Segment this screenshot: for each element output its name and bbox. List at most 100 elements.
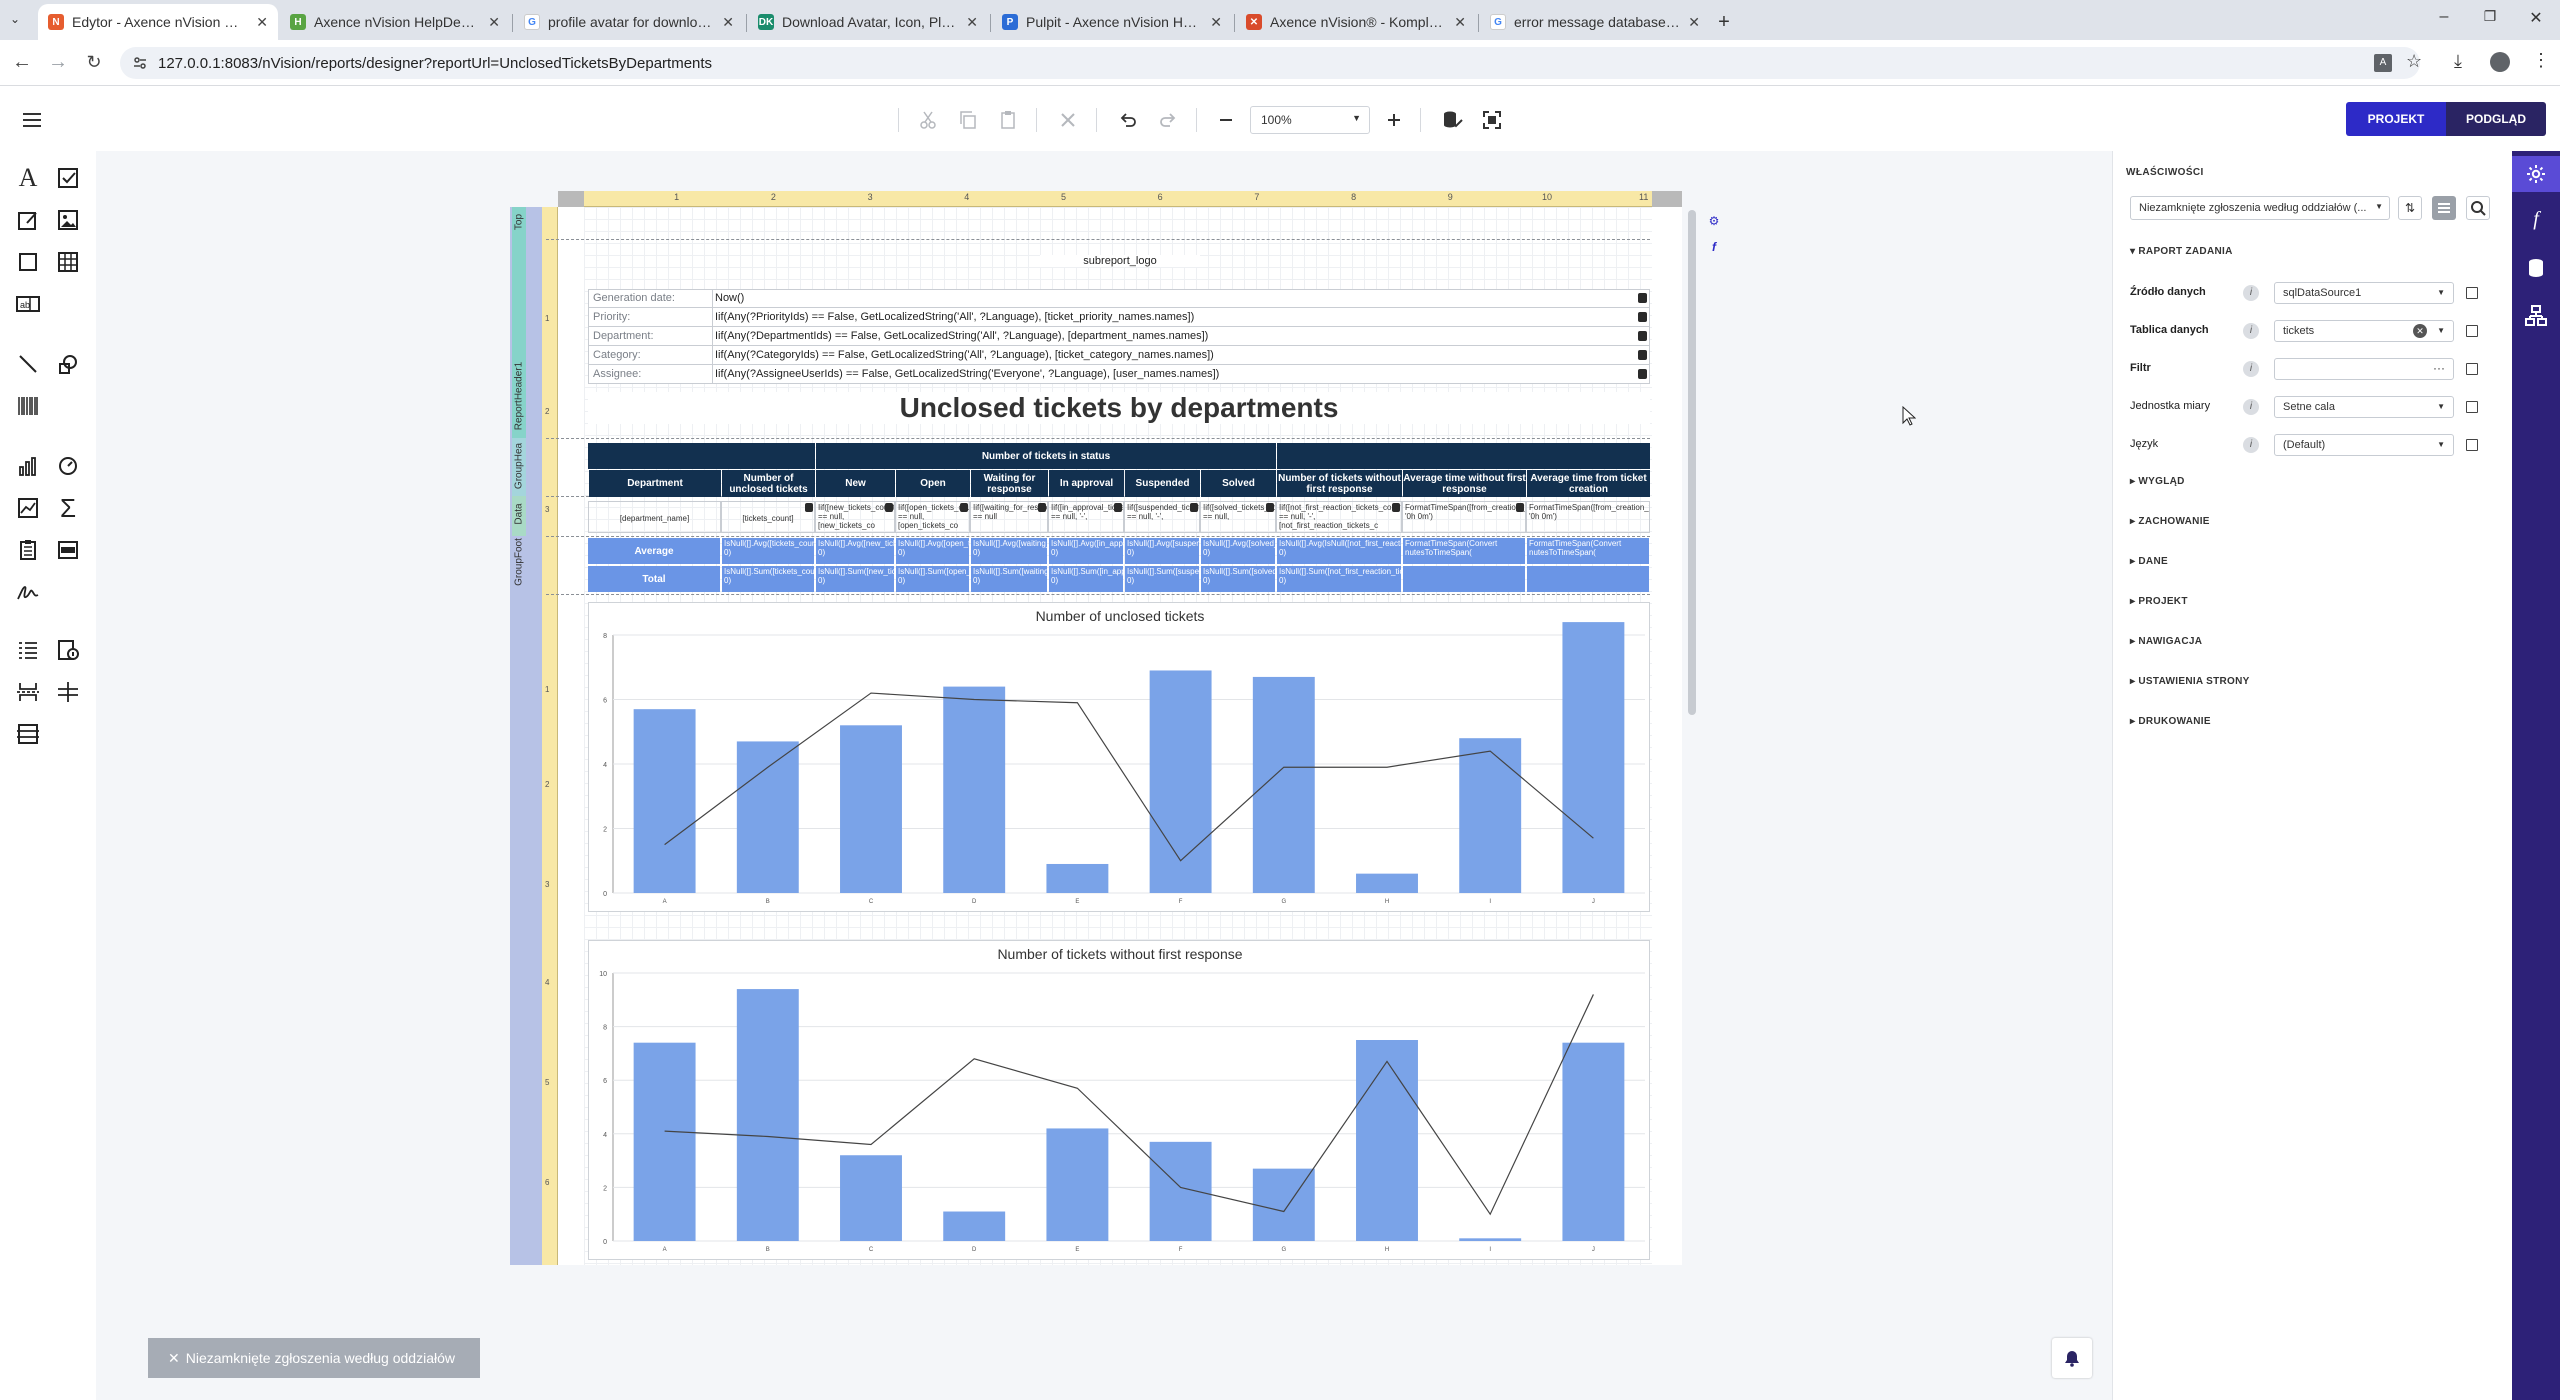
richtext-tool-icon[interactable] [12,204,44,236]
reload-icon[interactable]: ↻ [82,50,106,74]
canvas-expression-icon[interactable]: f [1706,240,1722,256]
tab-edytor[interactable]: N Edytor - Axence nVision Raport ✕ [38,4,278,40]
close-tab-icon[interactable]: ✕ [1688,14,1700,31]
info-icon[interactable]: i [2243,323,2259,339]
tab-helpdesk[interactable]: H Axence nVision HelpDesk @ VT ✕ [280,4,510,40]
data-cell[interactable]: [tickets_count] [721,501,815,533]
total-cell[interactable]: IsNull([].Sum([waiting_for_response]), 0… [971,566,1047,592]
picture-tool-icon[interactable] [52,204,84,236]
data-cell[interactable]: Iif([waiting_for_response_tickets_count]… [970,501,1048,533]
close-tab-icon[interactable]: ✕ [966,14,978,31]
data-cell[interactable]: Iif([in_approval_tickets_count] == null,… [1048,501,1124,533]
average-cell[interactable]: IsNull([].Avg([waiting_for_response]), 0… [971,538,1047,564]
subreport-logo[interactable]: subreport_logo [1040,255,1200,267]
redo-icon[interactable] [1152,104,1184,136]
total-cell[interactable]: IsNull([].Sum([suspended_tickets]), 0) [1125,566,1199,592]
tab-pulpit[interactable]: P Pulpit - Axence nVision HelpDe ✕ [992,4,1232,40]
parameter-expression[interactable]: Iif(Any(?DepartmentIds) == False, GetLoc… [715,330,1208,342]
average-cell[interactable]: IsNull([].Avg([open_tickets_count]), 0) [896,538,969,564]
data-cell[interactable]: Iif([new_tickets_count] == null, [new_ti… [815,501,895,533]
site-info-icon[interactable] [132,55,148,71]
tab-search-chevron-icon[interactable]: ⌄ [10,12,20,26]
signature-tool-icon[interactable] [12,576,44,608]
page-break-tool-icon[interactable] [12,676,44,708]
property-value-field[interactable]: sqlDataSource1 ▼ [2274,282,2454,304]
pdf-content-tool-icon[interactable] [52,534,84,566]
average-cell[interactable]: IsNull([].Avg([suspended_tickets]), 0) [1125,538,1199,564]
hamburger-menu-icon[interactable] [20,108,44,132]
data-cell[interactable]: Iif([solved_tickets_count] == null, [1200,501,1276,533]
close-tab-icon[interactable]: ✕ [722,14,734,31]
tab-axence-kompleksow[interactable]: ✕ Axence nVision® - Kompleksow ✕ [1236,4,1476,40]
panel-tool-icon[interactable] [12,246,44,278]
section-ustawienia-strony[interactable]: ▸ USTAWIENIA STRONY [2130,676,2250,687]
tab-error-message[interactable]: G error message database - Szuk ✕ [1480,4,1710,40]
average-label-cell[interactable]: Average [588,538,720,564]
info-icon[interactable]: i [2243,399,2259,415]
average-cell[interactable]: IsNull([].Avg(IsNull([not_first_reaction… [1277,538,1401,564]
column-header-cell[interactable]: Waiting for response [971,470,1048,497]
shape-tool-icon[interactable] [52,348,84,380]
close-tab-icon[interactable]: ✕ [1210,14,1222,31]
profile-avatar-icon[interactable] [2490,52,2510,72]
parameter-expression[interactable]: Iif(Any(?PriorityIds) == False, GetLocal… [715,311,1194,323]
property-checkbox[interactable] [2466,363,2478,375]
info-icon[interactable]: i [2243,361,2259,377]
average-cell[interactable]: IsNull([].Avg([in_approval_tickets]), 0) [1049,538,1123,564]
close-report-tab-icon[interactable]: ✕ [168,1350,180,1367]
zoom-in-icon[interactable] [1378,104,1410,136]
save-database-icon[interactable] [1436,104,1468,136]
info-icon[interactable]: i [2243,437,2259,453]
categorized-view-icon[interactable] [2432,196,2456,220]
chart-unclosed-frame[interactable]: Number of unclosed tickets 0 2 4 6 8 A B C D E F G H I… [588,602,1650,912]
zoom-out-icon[interactable] [1210,104,1242,136]
expressions-tab-icon[interactable]: f [2524,208,2548,232]
total-cell[interactable]: IsNull([].Sum([not_first_reaction_ticket… [1277,566,1401,592]
property-value-field[interactable]: tickets ✕ ▼ [2274,320,2454,342]
property-checkbox[interactable] [2466,401,2478,413]
total-cell[interactable]: IsNull([].Sum([in_approval_tickets]), 0) [1049,566,1123,592]
table-tool-icon[interactable] [52,246,84,278]
chart-tool-icon[interactable] [12,450,44,482]
total-cell[interactable] [1527,566,1649,592]
character-comb-tool-icon[interactable]: ab [12,288,44,320]
column-header-cell[interactable]: Suspended [1125,470,1200,497]
column-header-cell[interactable]: Department [589,470,721,497]
checkbox-tool-icon[interactable] [52,162,84,194]
total-cell[interactable]: IsNull([].Sum([solved_tickets]), 0) [1201,566,1275,592]
sort-alpha-icon[interactable]: ⇅ [2398,196,2422,220]
column-header-cell[interactable]: Open [896,470,970,497]
cross-band-box-tool-icon[interactable] [12,718,44,750]
parameter-label[interactable]: Priority: [593,311,630,323]
average-cell[interactable]: IsNull([].Avg([solved_tickets]), 0) [1201,538,1275,564]
chart-no-response-frame[interactable]: Number of tickets without first response… [588,940,1650,1260]
total-cell[interactable]: IsNull([].Sum([tickets_count]), 0) [722,566,814,592]
parameter-expression[interactable]: Iif(Any(?AssigneeUserIds) == False, GetL… [715,368,1219,380]
omnibox[interactable]: 127.0.0.1:8083/nVision/reports/designer?… [120,47,2420,79]
search-icon[interactable] [2466,196,2490,220]
average-cell[interactable]: IsNull([].Avg([new_tickets_count]), 0) [816,538,894,564]
close-window-button[interactable]: ✕ [2524,8,2548,32]
section-report-task[interactable]: ▾ RAPORT ZADANIA [2130,246,2233,257]
report-title[interactable]: Unclosed tickets by departments [588,392,1650,424]
gauge-tool-icon[interactable] [52,450,84,482]
property-checkbox[interactable] [2466,439,2478,451]
section-drukowanie[interactable]: ▸ DRUKOWANIE [2130,716,2211,727]
parameter-expression[interactable]: Now() [715,292,744,304]
property-value-field[interactable]: Setne cala ▼ [2274,396,2454,418]
column-header-cell[interactable]: Solved [1201,470,1276,497]
tab-profile-avatar[interactable]: G profile avatar for download 96 ✕ [514,4,744,40]
average-cell[interactable]: FormatTimeSpan(Convert nutesToTimeSpan( [1527,538,1649,564]
page-info-tool-icon[interactable] [52,634,84,666]
section-wygląd[interactable]: ▸ WYGLĄD [2130,476,2185,487]
barcode-tool-icon[interactable] [12,390,44,422]
minimize-window-button[interactable]: – [2432,8,2456,32]
undo-icon[interactable] [1112,104,1144,136]
zoom-select[interactable]: 100% ▼ [1250,106,1370,134]
restore-window-button[interactable]: ❐ [2478,8,2502,32]
close-tab-icon[interactable]: ✕ [1454,14,1466,31]
parameter-label[interactable]: Assignee: [593,368,641,380]
component-selector[interactable]: Niezamknięte zgłoszenia według oddziałów… [2130,196,2390,220]
properties-tab-gear-icon[interactable] [2512,156,2560,192]
report-tab[interactable]: ✕ Niezamknięte zgłoszenia według oddział… [148,1338,480,1378]
